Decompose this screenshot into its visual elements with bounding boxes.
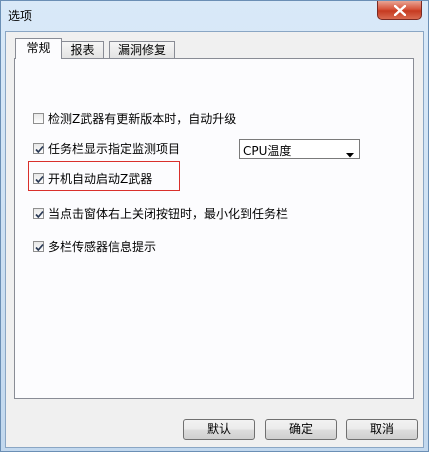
select-value: CPU温度 bbox=[243, 144, 292, 158]
taskbar-monitor-checkbox[interactable] bbox=[33, 142, 44, 154]
window-title: 选项 bbox=[8, 9, 33, 23]
option-auto-update[interactable]: 检测Z武器有更新版本时，自动升级 bbox=[33, 110, 236, 126]
checkmark-icon bbox=[35, 243, 44, 251]
close-icon bbox=[393, 4, 406, 16]
minimize-on-close-checkbox[interactable] bbox=[33, 207, 44, 219]
chevron-down-icon bbox=[346, 147, 354, 161]
dialog-body: 常规 报表 漏洞修复 检测Z武器有更新版本时，自动升级 任务栏显示指定监测项目 … bbox=[5, 31, 424, 448]
monitor-item-select[interactable]: CPU温度 bbox=[239, 139, 360, 159]
autostart-checkbox[interactable] bbox=[33, 172, 44, 184]
option-sensor-tips[interactable]: 多栏传感器信息提示 bbox=[33, 238, 156, 254]
checkmark-icon bbox=[35, 210, 44, 218]
tab-report[interactable]: 报表 bbox=[61, 41, 104, 58]
option-label: 检测Z武器有更新版本时，自动升级 bbox=[48, 111, 237, 126]
tab-vuln-fix[interactable]: 漏洞修复 bbox=[109, 41, 175, 58]
option-taskbar-monitor[interactable]: 任务栏显示指定监测项目 bbox=[33, 140, 180, 156]
option-label: 当点击窗体右上关闭按钮时，最小化到任务栏 bbox=[48, 206, 289, 221]
auto-update-checkbox[interactable] bbox=[33, 112, 44, 124]
option-label: 任务栏显示指定监测项目 bbox=[48, 141, 181, 156]
cancel-button[interactable]: 取消 bbox=[346, 419, 418, 440]
ok-button[interactable]: 确定 bbox=[265, 419, 337, 440]
checkmark-icon bbox=[35, 145, 44, 153]
title-bar[interactable]: 选项 bbox=[1, 1, 428, 31]
sensor-tips-checkbox[interactable] bbox=[33, 240, 44, 252]
general-panel: 检测Z武器有更新版本时，自动升级 任务栏显示指定监测项目 CPU温度 开机自动启… bbox=[14, 58, 414, 399]
default-button[interactable]: 默认 bbox=[183, 419, 255, 440]
option-label: 多栏传感器信息提示 bbox=[48, 239, 157, 254]
options-dialog: 选项 常规 报表 漏洞修复 检测Z武器有更新版本时，自动升级 任务栏显示指定监测… bbox=[0, 0, 429, 452]
option-minimize-on-close[interactable]: 当点击窗体右上关闭按钮时，最小化到任务栏 bbox=[33, 205, 288, 221]
close-button[interactable] bbox=[377, 1, 422, 20]
option-autostart[interactable]: 开机自动启动Z武器 bbox=[33, 170, 152, 186]
tab-general[interactable]: 常规 bbox=[15, 38, 62, 59]
option-label: 开机自动启动Z武器 bbox=[48, 171, 153, 186]
checkmark-icon bbox=[35, 175, 44, 183]
